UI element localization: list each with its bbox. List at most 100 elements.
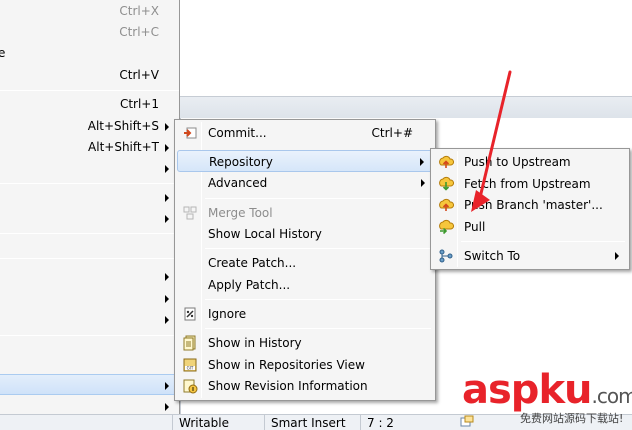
parent-menu-separator [0, 233, 179, 234]
menu-item-commit[interactable]: Commit... Ctrl+# [177, 122, 433, 144]
menu-separator [205, 198, 431, 199]
parent-menu-item-submenu[interactable] [0, 396, 179, 417]
menu-separator [205, 248, 431, 249]
submenu-arrow-icon [165, 123, 169, 131]
menu-item-create-patch[interactable]: Create Patch... [177, 252, 433, 274]
parent-menu-label: e [0, 46, 6, 60]
svg-text:GIT: GIT [187, 366, 194, 371]
menu-item-label: Pull [464, 220, 486, 234]
menu-item-advanced[interactable]: Advanced [177, 172, 433, 194]
menu-item-show-revision-information[interactable]: Show Revision Information [177, 375, 433, 397]
parent-context-menu: Ctrl+X Ctrl+C e Ctrl+V Ctrl+1 Alt+Shift+… [0, 0, 180, 414]
menu-item-label: Show in Repositories View [208, 358, 365, 372]
watermark-brand-red: asp [462, 367, 539, 413]
parent-menu-accel: Ctrl+X [119, 4, 159, 18]
parent-menu-item-submenu[interactable] [0, 309, 179, 330]
status-cursor-position: 7 : 2 [360, 415, 456, 430]
status-insert-mode: Smart Insert [264, 415, 360, 430]
submenu-arrow-icon [165, 144, 169, 152]
menu-separator [461, 241, 625, 242]
submenu-arrow-icon [615, 252, 619, 260]
watermark-tld: .com [591, 384, 632, 408]
fetch-icon [439, 176, 454, 191]
parent-menu-item-source[interactable]: Alt+Shift+S [0, 116, 179, 137]
parent-menu-item-refactor[interactable]: Alt+Shift+T [0, 137, 179, 158]
switch-to-icon [439, 249, 453, 263]
status-writable: Writable [172, 415, 264, 430]
parent-menu-accel: Alt+Shift+S [87, 119, 159, 133]
submenu-arrow-icon [421, 179, 425, 187]
submenu-arrow-icon [165, 215, 169, 223]
menu-item-label: Fetch from Upstream [464, 177, 591, 191]
menu-item-label: Show in History [208, 336, 302, 350]
watermark-brand-dark: ku [538, 367, 592, 413]
watermark-logo: aspku.com 免费网站源码下载站! [460, 367, 632, 426]
parent-menu-accel: Ctrl+C [119, 25, 159, 39]
push-icon [439, 155, 454, 168]
parent-menu-item-submenu[interactable] [0, 187, 179, 208]
submenu-arrow-icon [165, 165, 169, 173]
team-menu: Commit... Ctrl+# Repository Advanced Mer… [174, 119, 436, 401]
history-icon [183, 335, 196, 351]
menu-item-repository[interactable]: Repository [177, 150, 433, 172]
parent-menu-item-submenu[interactable] [0, 158, 179, 179]
submenu-arrow-icon [420, 158, 424, 166]
menu-item-fetch-from-upstream[interactable]: Fetch from Upstream [433, 173, 627, 195]
ignore-icon [184, 307, 196, 321]
menu-item-label: Ignore [208, 307, 247, 321]
parent-menu-item-submenu[interactable] [0, 288, 179, 309]
menu-item-label: Apply Patch... [208, 278, 291, 292]
submenu-arrow-icon [165, 316, 169, 324]
submenu-arrow-icon [165, 194, 169, 202]
menu-item-merge-tool[interactable]: Merge Tool [177, 202, 433, 224]
repository-menu: Push to Upstream Fetch from Upstream Pus… [430, 148, 630, 270]
parent-menu-accel: Ctrl+1 [119, 97, 159, 111]
parent-menu-separator [0, 335, 179, 336]
menu-item-apply-patch[interactable]: Apply Patch... [177, 274, 433, 296]
menu-item-switch-to[interactable]: Switch To [433, 245, 627, 267]
menu-item-label: Push Branch 'master'... [464, 198, 603, 212]
parent-menu-item-paste[interactable]: Ctrl+V [0, 65, 179, 86]
parent-menu-separator [0, 258, 179, 259]
push-branch-icon [439, 198, 454, 211]
menu-item-label: Push to Upstream [464, 155, 571, 169]
parent-menu-item-submenu[interactable] [0, 208, 179, 229]
menu-item-label: Repository [209, 155, 273, 169]
menu-item-label: Show Local History [208, 227, 322, 241]
menu-item-show-in-repositories-view[interactable]: GIT Show in Repositories View [177, 354, 433, 376]
merge-tool-icon [183, 206, 197, 220]
submenu-arrow-icon [165, 403, 169, 411]
menu-item-label: Advanced [208, 176, 268, 190]
menu-separator [205, 299, 431, 300]
parent-menu-item-team[interactable] [0, 374, 179, 395]
menu-separator [205, 328, 431, 329]
git-repo-icon: GIT [183, 358, 197, 372]
parent-menu-item-submenu[interactable] [0, 266, 179, 287]
menu-item-pull[interactable]: Pull [433, 216, 627, 238]
menu-item-push-branch[interactable]: Push Branch 'master'... [433, 194, 627, 216]
menu-item-push-to-upstream[interactable]: Push to Upstream [433, 151, 627, 173]
menu-item-ignore[interactable]: Ignore [177, 303, 433, 325]
watermark-subtitle: 免费网站源码下载站! [520, 412, 624, 425]
menu-item-label: Commit... [208, 126, 267, 140]
parent-menu-separator [0, 90, 179, 91]
editor-area [180, 0, 632, 96]
menu-item-label: Merge Tool [208, 206, 273, 220]
submenu-arrow-icon [165, 382, 169, 390]
parent-menu-item-e[interactable]: e [0, 43, 179, 64]
submenu-arrow-icon [165, 295, 169, 303]
pull-icon [439, 219, 454, 235]
menu-item-label: Create Patch... [208, 256, 297, 270]
menu-item-label: Switch To [464, 249, 521, 263]
commit-icon [184, 127, 197, 139]
parent-menu-item-cut[interactable]: Ctrl+X [0, 1, 179, 22]
menu-item-shortcut: Ctrl+# [371, 126, 413, 140]
menu-item-label: Show Revision Information [208, 379, 368, 393]
revision-info-icon [183, 379, 198, 394]
parent-menu-accel: Ctrl+V [119, 68, 159, 82]
view-tab-band [180, 96, 632, 118]
parent-menu-item-quick-fix[interactable]: Ctrl+1 [0, 94, 179, 115]
menu-item-show-in-history[interactable]: Show in History [177, 332, 433, 354]
parent-menu-item-copy[interactable]: Ctrl+C [0, 22, 179, 43]
menu-item-show-local-history[interactable]: Show Local History [177, 223, 433, 245]
